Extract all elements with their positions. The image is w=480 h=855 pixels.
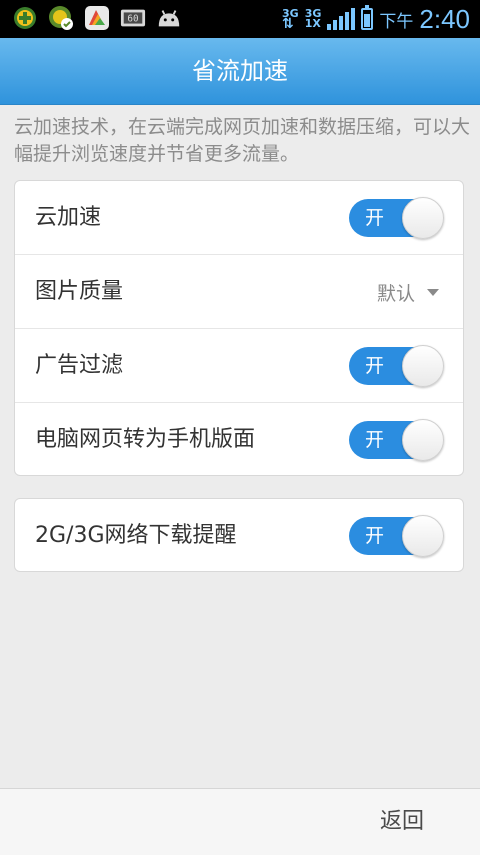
back-button[interactable]: 返回 bbox=[380, 789, 424, 855]
bottom-bar: 返回 bbox=[0, 788, 480, 855]
settings-group-download: 2G/3G网络下载提醒 开 bbox=[14, 498, 464, 572]
setting-row-mobile-layout[interactable]: 电脑网页转为手机版面 开 bbox=[15, 403, 463, 477]
network-3g-indicator: 3G ⇅ bbox=[282, 7, 299, 32]
caret-down-icon bbox=[427, 288, 439, 296]
toggle-state-text: 开 bbox=[365, 355, 385, 377]
battery-monitor-icon: 60 bbox=[120, 5, 146, 31]
store-icon bbox=[84, 5, 110, 31]
setting-row-download-reminder[interactable]: 2G/3G网络下载提醒 开 bbox=[15, 499, 463, 573]
download-reminder-toggle[interactable]: 开 bbox=[349, 515, 444, 557]
battery-icon bbox=[361, 5, 374, 30]
toggle-state-text: 开 bbox=[365, 525, 385, 547]
ad-filter-toggle[interactable]: 开 bbox=[349, 345, 444, 387]
dropdown-value: 默认 bbox=[376, 282, 415, 305]
toggle-state-text: 开 bbox=[365, 429, 385, 451]
toggle-knob bbox=[402, 419, 444, 461]
clock-ampm: 下午 bbox=[379, 11, 414, 32]
toggle-knob bbox=[402, 197, 444, 239]
toggle-knob bbox=[402, 515, 444, 557]
android-icon bbox=[156, 5, 182, 31]
toggle-knob bbox=[402, 345, 444, 387]
plus-game-icon bbox=[12, 5, 38, 31]
cloud-acceleration-toggle[interactable]: 开 bbox=[349, 197, 444, 239]
title-bar: 省流加速 bbox=[0, 38, 480, 105]
image-quality-dropdown[interactable]: 默认 bbox=[377, 255, 439, 329]
setting-label: 广告过滤 bbox=[35, 353, 124, 378]
clock-time: 2:40 bbox=[419, 3, 470, 34]
setting-row-cloud-acceleration[interactable]: 云加速 开 bbox=[15, 181, 463, 255]
setting-row-ad-filter[interactable]: 广告过滤 开 bbox=[15, 329, 463, 403]
setting-label: 2G/3G网络下载提醒 bbox=[35, 523, 237, 548]
toggle-state-text: 开 bbox=[365, 207, 385, 229]
mobile-layout-toggle[interactable]: 开 bbox=[349, 419, 444, 461]
setting-label: 云加速 bbox=[35, 205, 102, 230]
svg-text:60: 60 bbox=[127, 14, 138, 25]
signal-strength-icon bbox=[327, 8, 356, 30]
network-dual-indicator: 3G 1X bbox=[304, 7, 322, 30]
page-title: 省流加速 bbox=[192, 57, 288, 85]
setting-label: 图片质量 bbox=[35, 279, 124, 304]
status-indicators: 3G ⇅ 3G 1X 下午 2:40 bbox=[282, 0, 470, 38]
settings-group-acceleration: 云加速 开 图片质量 默认 广告过滤 开 电脑网页转为手机版面 开 bbox=[14, 180, 464, 476]
feature-description: 云加速技术，在云端完成网页加速和数据压缩，可以大幅提升浏览速度并节省更多流量。 bbox=[14, 116, 471, 165]
setting-label: 电脑网页转为手机版面 bbox=[35, 427, 256, 452]
badge-icon bbox=[48, 5, 74, 31]
notification-icons: 60 bbox=[12, 5, 182, 31]
status-bar: 60 3G ⇅ 3G 1X 下午 2:40 bbox=[0, 0, 480, 38]
setting-row-image-quality[interactable]: 图片质量 默认 bbox=[15, 255, 463, 329]
